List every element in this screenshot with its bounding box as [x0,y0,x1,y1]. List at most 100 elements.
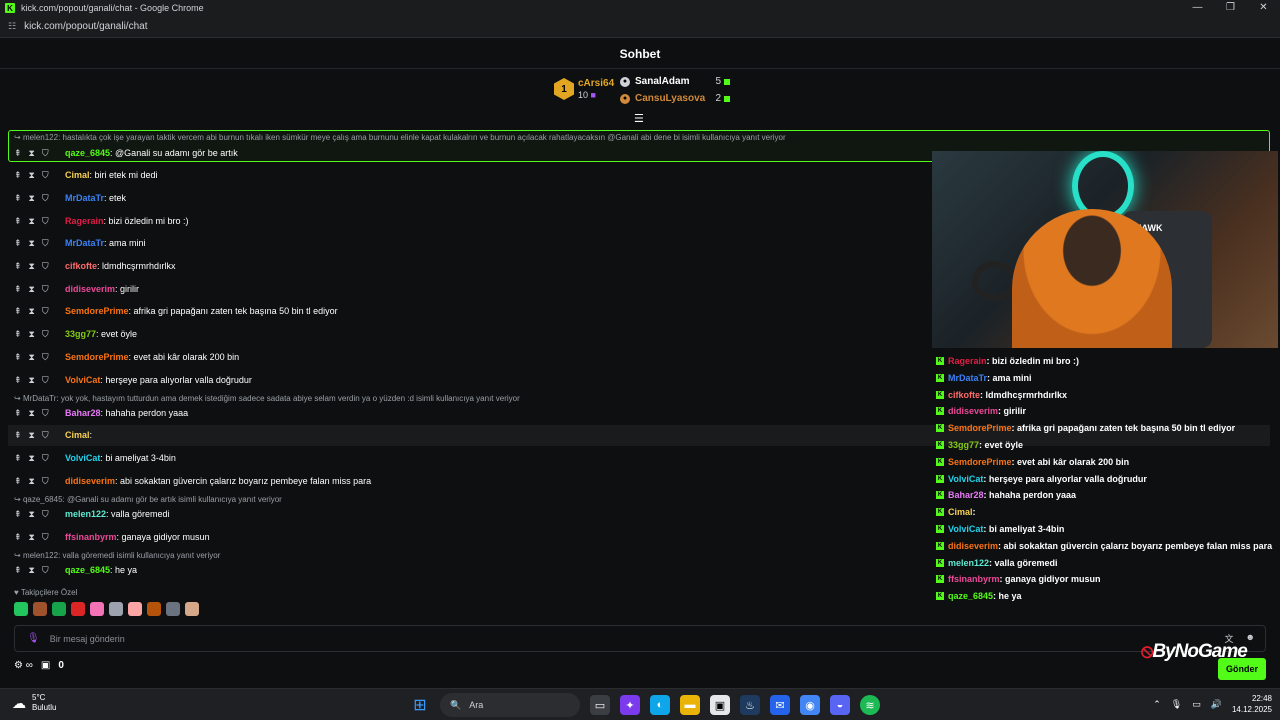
emote[interactable] [14,602,28,616]
emote[interactable] [128,602,142,616]
mod-shield-icon[interactable]: ⛉ [42,261,49,272]
chat-username[interactable]: qaze_6845 [65,565,110,575]
volume-icon[interactable]: 🔊 [1211,699,1222,710]
chat-username[interactable]: Ragerain [65,216,104,226]
network-icon[interactable]: ▭ [1192,699,1201,710]
pin-icon[interactable]: ⇞ [14,306,22,317]
timeout-icon[interactable]: ⧗ [29,565,35,576]
timeout-icon[interactable]: ⧗ [29,170,35,181]
timeout-icon[interactable]: ⧗ [29,306,35,317]
timeout-icon[interactable]: ⧗ [29,430,35,441]
mod-shield-icon[interactable]: ⛉ [42,453,49,464]
timeout-icon[interactable]: ⧗ [29,193,35,204]
chat-username[interactable]: MrDataTr [65,238,104,248]
timeout-icon[interactable]: ⧗ [29,238,35,249]
store-icon[interactable]: ▣ [41,660,50,671]
chat-username[interactable]: SemdorePrime [65,352,129,362]
pin-icon[interactable]: ⇞ [14,352,22,363]
pin-icon[interactable]: ⇞ [14,476,22,487]
pin-icon[interactable]: ⇞ [14,216,22,227]
mod-shield-icon[interactable]: ⛉ [42,216,49,227]
pin-icon[interactable]: ⇞ [14,284,22,295]
pin-icon[interactable]: ⇞ [14,408,22,419]
timeout-icon[interactable]: ⧗ [29,148,35,159]
emote[interactable] [147,602,161,616]
mod-shield-icon[interactable]: ⛉ [42,193,49,204]
third-gifter[interactable]: ● CansuLyasova 2 [620,93,730,104]
mod-shield-icon[interactable]: ⛉ [42,238,49,249]
restore-icon[interactable]: ❐ [1214,0,1247,16]
pin-icon[interactable]: ⇞ [14,170,22,181]
mod-shield-icon[interactable]: ⛉ [42,532,49,543]
chat-username[interactable]: didiseverim [65,476,115,486]
emote[interactable] [52,602,66,616]
site-info-icon[interactable]: ☷ [8,21,16,32]
mod-shield-icon[interactable]: ⛉ [42,476,49,487]
chat-username[interactable]: Bahar28 [65,408,101,418]
task-view-icon[interactable]: ▭ [590,695,610,715]
chat-username[interactable]: VolviCat [65,453,100,463]
chat-username[interactable]: cifkofte [65,261,97,271]
mod-shield-icon[interactable]: ⛉ [42,509,49,520]
timeout-icon[interactable]: ⧗ [29,509,35,520]
pin-icon[interactable]: ⇞ [14,375,22,386]
taskbar-search[interactable]: 🔍 Ara [440,693,580,717]
minimize-icon[interactable]: — [1181,0,1214,16]
emote[interactable] [185,602,199,616]
timeout-icon[interactable]: ⧗ [29,261,35,272]
chat-username[interactable]: SemdorePrime [65,306,129,316]
emote[interactable] [166,602,180,616]
steam-icon[interactable]: ♨ [740,695,760,715]
emote[interactable] [109,602,123,616]
chrome-icon[interactable]: ◉ [800,695,820,715]
emote[interactable] [90,602,104,616]
pin-icon[interactable]: ⇞ [14,238,22,249]
pin-icon[interactable]: ⇞ [14,148,22,159]
address-bar[interactable]: ☷ kick.com/popout/ganali/chat [0,16,1280,38]
pin-icon[interactable]: ⇞ [14,453,22,464]
timeout-icon[interactable]: ⧗ [29,329,35,340]
timeout-icon[interactable]: ⧗ [29,284,35,295]
close-icon[interactable]: ✕ [1247,0,1280,16]
mod-shield-icon[interactable]: ⛉ [42,306,49,317]
pin-icon[interactable]: ⇞ [14,565,22,576]
chat-username[interactable]: VolviCat [65,375,100,385]
timeout-icon[interactable]: ⧗ [29,375,35,386]
clock[interactable]: 22:48 14.12.2025 [1232,693,1272,715]
store-app-icon[interactable]: ▣ [710,695,730,715]
windows-start-icon[interactable]: ⊞ [410,695,430,715]
timeout-icon[interactable]: ⧗ [29,216,35,227]
emote[interactable] [33,602,47,616]
mod-shield-icon[interactable]: ⛉ [42,375,49,386]
chat-username[interactable]: MrDataTr [65,193,104,203]
copilot-icon[interactable]: ✦ [620,695,640,715]
mod-shield-icon[interactable]: ⛉ [42,329,49,340]
mail-icon[interactable]: ✉ [770,695,790,715]
discord-icon[interactable]: ◒ [830,695,850,715]
settings-icon[interactable]: ⚙ ∞ [14,660,33,671]
second-gifter[interactable]: ● SanalAdam 5 [620,76,730,87]
pin-icon[interactable]: ⇞ [14,430,22,441]
mod-shield-icon[interactable]: ⛉ [42,408,49,419]
mod-shield-icon[interactable]: ⛉ [42,430,49,441]
chat-username[interactable]: Cimal [65,430,90,440]
tray-expand-icon[interactable]: ⌃ [1153,699,1161,710]
timeout-icon[interactable]: ⧗ [29,532,35,543]
edge-icon[interactable]: ◐ [650,695,670,715]
pin-icon[interactable]: ⇞ [14,193,22,204]
chat-username[interactable]: 33gg77 [65,329,96,339]
mic-tray-icon[interactable]: 🎙 [1171,699,1182,710]
mod-shield-icon[interactable]: ⛉ [42,148,49,159]
file-explorer-icon[interactable]: ▬ [680,695,700,715]
emote[interactable] [71,602,85,616]
mod-shield-icon[interactable]: ⛉ [42,565,49,576]
spotify-icon[interactable]: ≋ [860,695,880,715]
mod-shield-icon[interactable]: ⛉ [42,170,49,181]
mod-shield-icon[interactable]: ⛉ [42,284,49,295]
timeout-icon[interactable]: ⧗ [29,408,35,419]
mod-shield-icon[interactable]: ⛉ [42,352,49,363]
chat-username[interactable]: didiseverim [65,284,115,294]
pin-icon[interactable]: ⇞ [14,261,22,272]
expand-leaderboard-icon[interactable]: ☰ [634,112,644,125]
pin-icon[interactable]: ⇞ [14,329,22,340]
